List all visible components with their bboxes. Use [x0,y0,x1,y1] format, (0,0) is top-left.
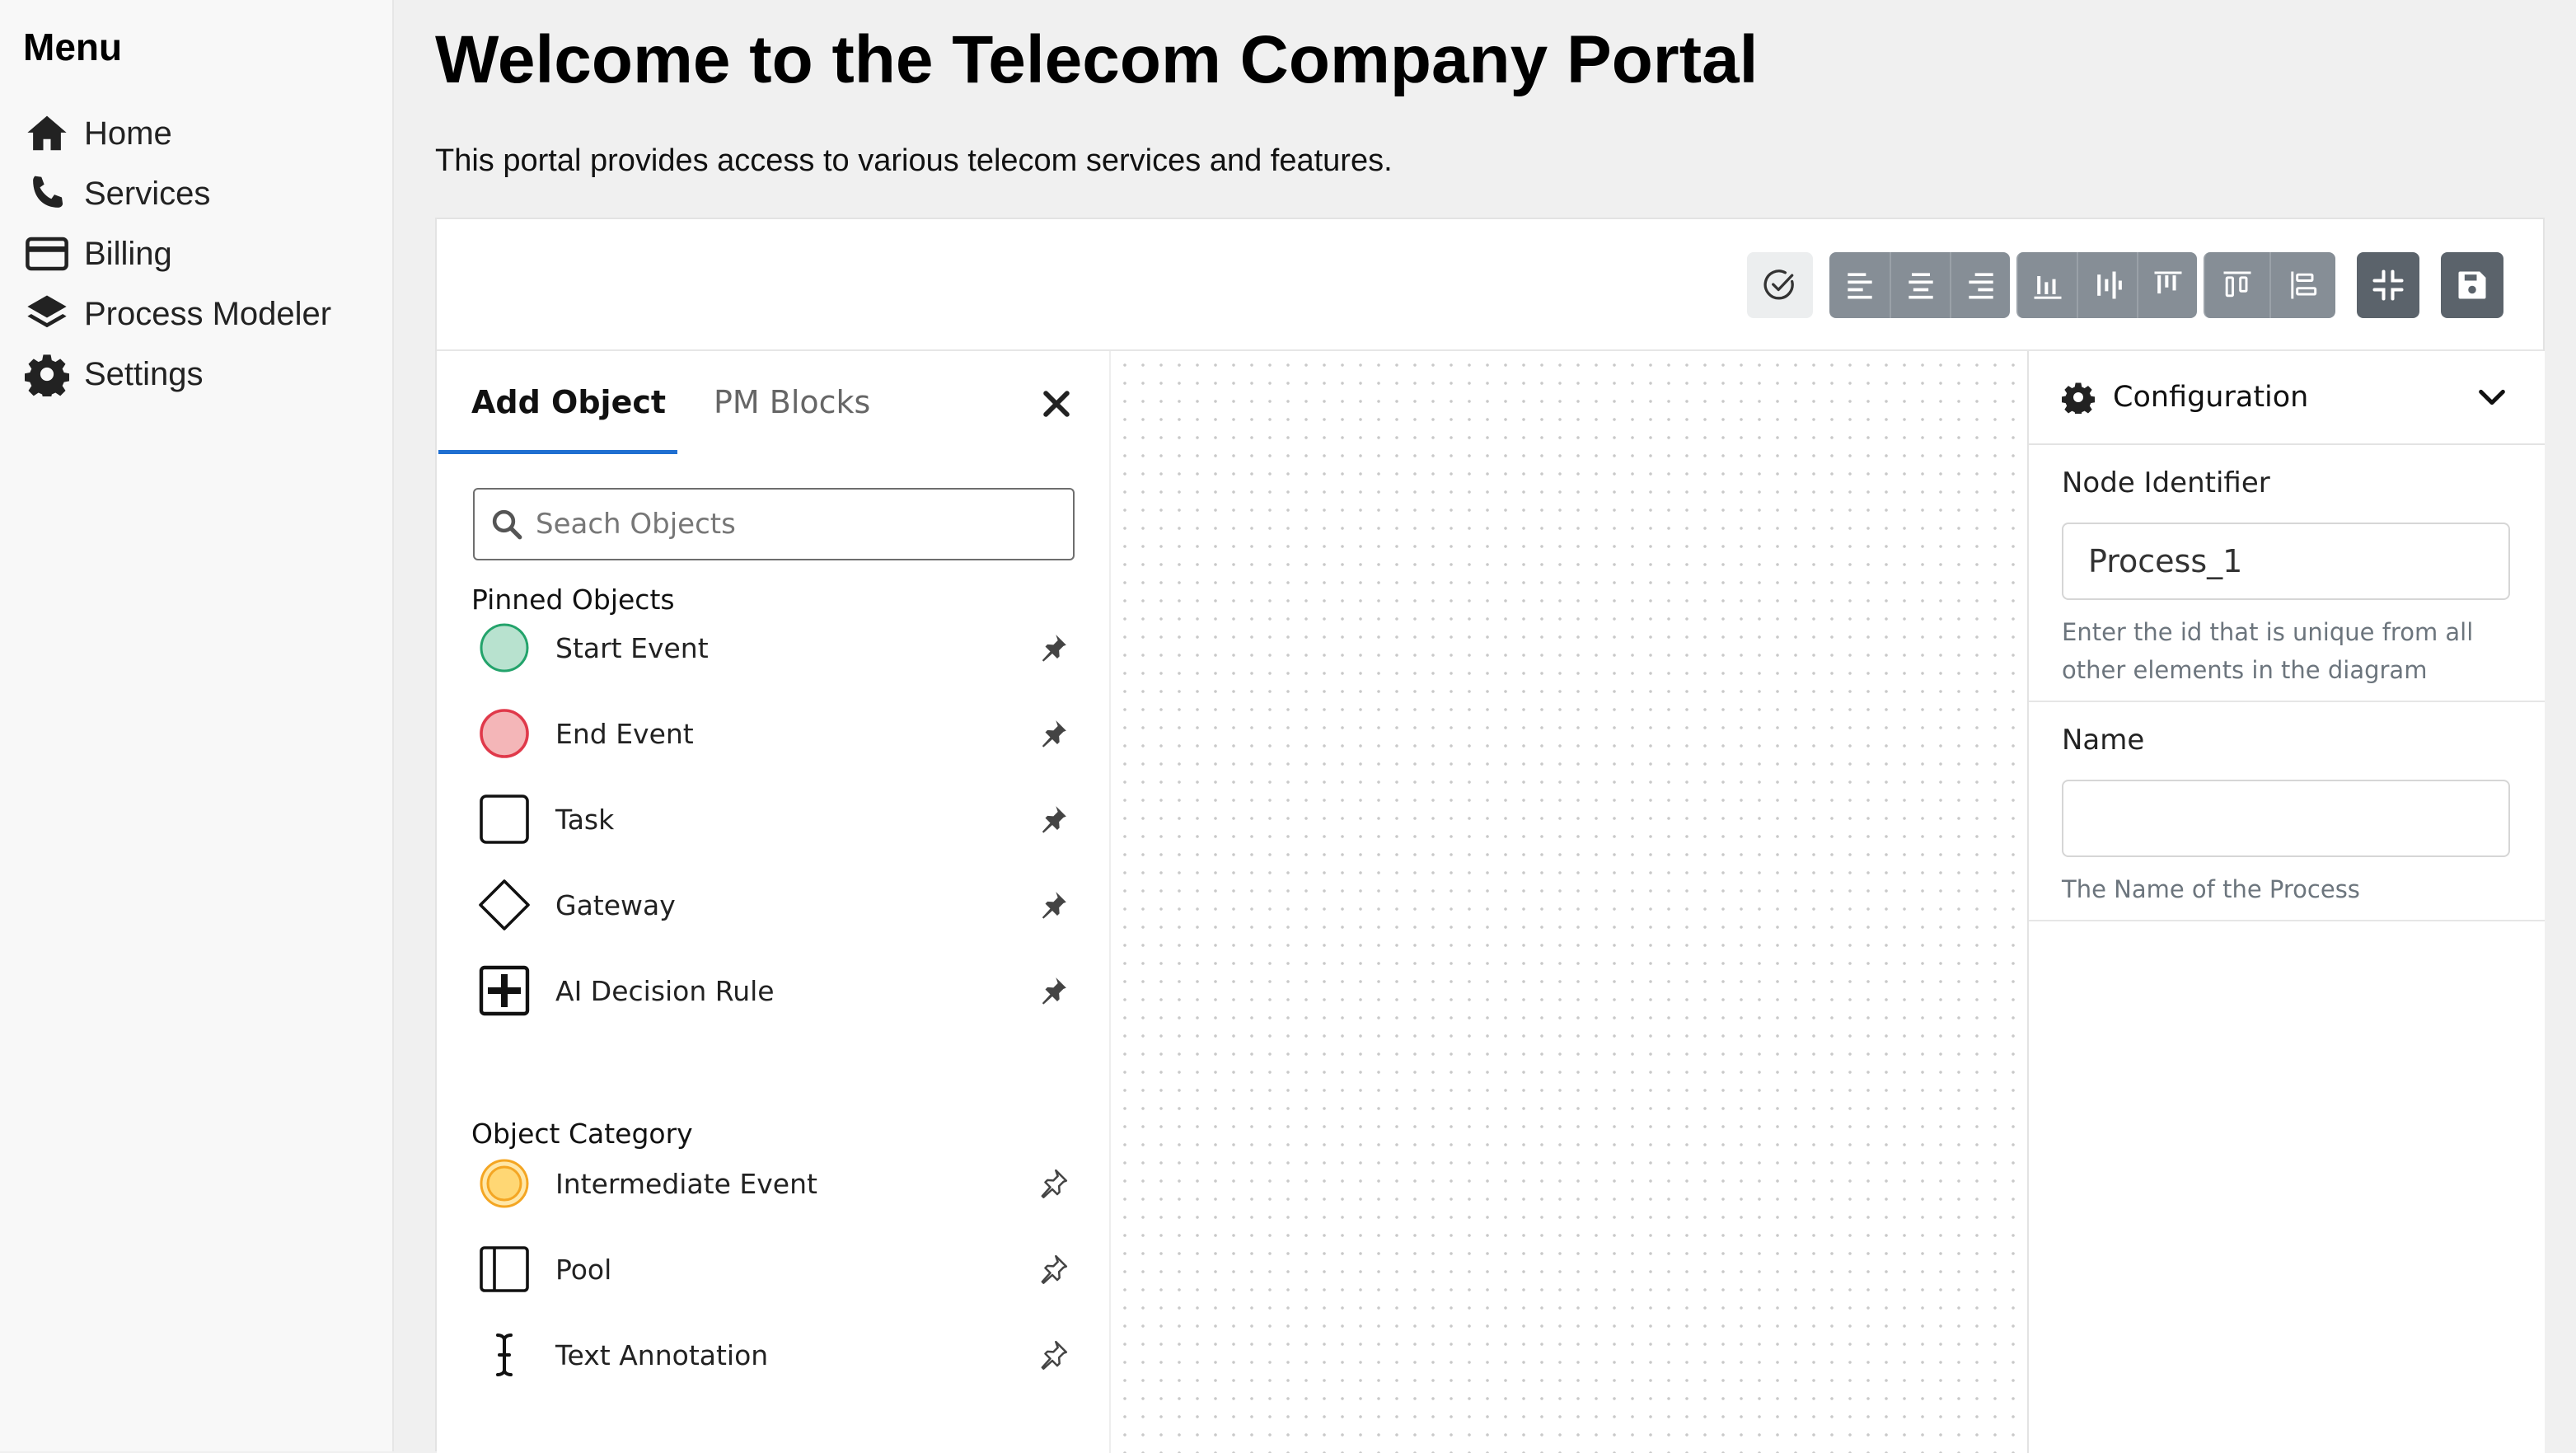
sidebar-item-label: Home [84,115,172,152]
divider [2029,920,2545,921]
validate-icon [1763,270,1794,300]
end-event-icon [480,709,529,758]
align-center-icon [1908,273,1933,299]
align-bottom-button[interactable] [2016,252,2077,318]
sidebar-item-process-modeler[interactable]: Process Modeler [25,289,331,339]
sidebar-item-settings[interactable]: Settings [25,349,204,399]
gear-icon [2062,382,2095,414]
object-label: AI Decision Rule [555,974,775,1007]
ai-decision-rule-icon [479,965,530,1016]
compress-icon [2372,270,2404,301]
save-button[interactable] [2441,252,2503,318]
align-left-icon [1847,273,1872,299]
align-right-button[interactable] [1950,252,2010,318]
compress-button[interactable] [2357,252,2419,318]
process-modeler: Add Object PM Blocks Pinned Objects Star… [435,218,2545,1453]
close-icon[interactable] [1038,386,1075,422]
object-panel: Add Object PM Blocks Pinned Objects Star… [437,351,1109,1453]
object-item-text-annotation[interactable]: Text Annotation [478,1322,1088,1388]
gear-icon [25,354,69,396]
text-annotation-icon [496,1333,513,1376]
pin-outline-icon[interactable] [1037,1167,1070,1200]
sidebar-item-label: Billing [84,235,172,272]
object-item-intermediate-event[interactable]: Intermediate Event [478,1151,1088,1216]
object-item-gateway[interactable]: Gateway [478,872,1088,938]
credit-card-icon [26,237,68,271]
name-label: Name [2062,724,2145,757]
object-label: Start Event [555,631,709,664]
align-right-icon [1968,273,1993,299]
name-input[interactable] [2062,780,2510,857]
sidebar-item-label: Settings [84,355,204,392]
page-description: This portal provides access to various t… [435,143,1393,178]
active-tab-indicator [438,450,677,454]
configuration-header[interactable]: Configuration [2029,351,2545,445]
sidebar-item-label: Services [84,175,211,212]
intermediate-event-icon [480,1159,529,1208]
object-label: Intermediate Event [555,1167,817,1200]
object-label: Text Annotation [555,1338,769,1371]
align-left-button[interactable] [1829,252,1890,318]
name-help: The Name of the Process [2062,875,2360,903]
object-item-ai-decision-rule[interactable]: AI Decision Rule [478,958,1088,1024]
align-middle-icon [2096,271,2122,299]
pin-icon[interactable] [1037,631,1070,664]
tab-pm-blocks[interactable]: PM Blocks [714,384,870,420]
search-input[interactable] [534,507,1048,541]
start-event-icon [480,623,529,673]
align-bottom-icon [2034,276,2061,299]
sidebar-item-home[interactable]: Home [25,109,172,158]
layers-icon [27,295,67,328]
search-icon [492,509,522,540]
align-top-button[interactable] [2137,252,2197,318]
search-field[interactable] [473,488,1075,560]
align-center-button[interactable] [1890,252,1950,318]
save-icon [2458,271,2486,299]
object-item-pool[interactable]: Pool [478,1236,1088,1302]
distribute-horizontal-icon [2223,271,2251,298]
object-label: Pool [555,1253,612,1286]
home-icon [27,115,67,151]
gateway-icon [479,879,530,930]
object-category-heading: Object Category [471,1118,693,1150]
object-label: End Event [555,717,694,750]
pin-icon[interactable] [1037,888,1070,921]
object-item-end-event[interactable]: End Event [478,701,1088,766]
object-item-task[interactable]: Task [478,786,1088,852]
configuration-panel: Configuration Node Identifier Enter the … [2027,351,2545,1453]
distribute-vertical-button[interactable] [2269,252,2335,318]
sidebar-item-label: Process Modeler [84,295,332,332]
phone-icon [33,176,63,208]
distribute-vertical-icon [2291,271,2317,299]
pin-outline-icon[interactable] [1037,1338,1070,1371]
sidebar-item-services[interactable]: Services [25,169,210,218]
pin-outline-icon[interactable] [1037,1253,1070,1286]
tab-add-object[interactable]: Add Object [471,384,666,420]
node-identifier-label: Node Identifier [2062,466,2270,499]
align-middle-button[interactable] [2077,252,2137,318]
configuration-title: Configuration [2113,381,2309,414]
pin-icon[interactable] [1037,803,1070,836]
align-top-icon [2154,271,2181,294]
object-item-start-event[interactable]: Start Event [478,615,1088,681]
pin-icon[interactable] [1037,974,1070,1007]
pin-icon[interactable] [1037,717,1070,750]
menu-title: Menu [23,26,123,68]
validate-button[interactable] [1747,252,1813,318]
sidebar-item-billing[interactable]: Billing [25,229,172,279]
modeler-toolbar [437,219,2543,351]
node-identifier-input[interactable] [2062,523,2510,600]
distribute-horizontal-button[interactable] [2204,252,2269,318]
object-label: Gateway [555,888,676,921]
page-title: Welcome to the Telecom Company Portal [435,22,1759,97]
pool-icon [480,1246,529,1292]
chevron-down-icon[interactable] [2475,381,2508,414]
node-identifier-help: Enter the id that is unique from all oth… [2062,618,2474,684]
task-icon [480,794,529,844]
pinned-objects-heading: Pinned Objects [471,584,675,616]
divider [2029,701,2545,702]
sidebar: Menu Home Services Billing Process Model… [0,0,394,1451]
object-label: Task [555,803,615,836]
